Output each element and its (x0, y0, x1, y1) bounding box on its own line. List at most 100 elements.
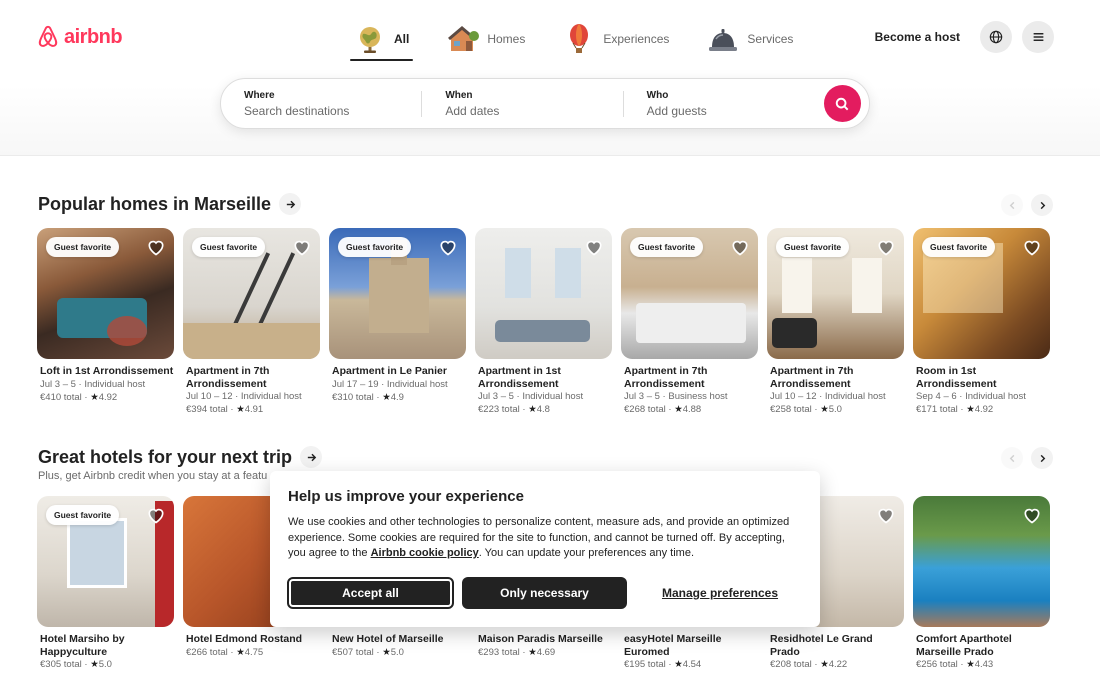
listing-photo: Guest favorite (183, 228, 320, 359)
hotel-photo (913, 496, 1050, 627)
listing-rating: 4.92 (98, 391, 118, 403)
listing-price: €268 total (624, 404, 666, 415)
listing-meta: Jul 10 – 12 · Individual host (770, 391, 886, 402)
hotel-price: €266 total (186, 646, 228, 658)
carousel-next-button[interactable] (1031, 447, 1053, 469)
guest-favorite-badge: Guest favorite (192, 237, 266, 257)
only-necessary-button[interactable]: Only necessary (462, 577, 627, 609)
cookie-policy-link[interactable]: Airbnb cookie policy (371, 547, 479, 559)
airbnb-logo[interactable]: airbnb (36, 24, 123, 50)
globe-icon (360, 27, 380, 53)
listing-card[interactable]: Guest favorite Room in 1st Arrondissemen… (913, 228, 1050, 416)
tab-services[interactable]: Services (703, 18, 797, 60)
tab-homes-label: Homes (487, 32, 526, 46)
listing-title: Apartment in 7th Arrondissement (624, 365, 708, 390)
hotel-title: Maison Paradis Marseille (478, 633, 603, 645)
hotel-price: €293 total (478, 646, 520, 658)
listing-rating: 4.8 (536, 404, 550, 415)
search-who[interactable]: Who Add guests (624, 79, 824, 128)
heart-icon[interactable] (292, 237, 312, 257)
listing-card[interactable]: Apartment in 1st Arrondissement Jul 3 – … (475, 228, 612, 416)
listing-card[interactable]: Guest favorite Apartment in 7th Arrondis… (767, 228, 904, 416)
heart-icon[interactable] (146, 237, 166, 257)
carousel-prev-button[interactable] (1001, 447, 1023, 469)
hotel-price-row: €507 total · ★5.0 (332, 646, 404, 658)
listing-price: €223 total (478, 404, 520, 415)
listing-price-row: €268 total · ★4.88 (624, 404, 702, 415)
arrow-right-icon (307, 453, 316, 461)
heart-icon[interactable] (438, 237, 458, 257)
listing-photo: Guest favorite (767, 228, 904, 359)
tab-homes[interactable]: Homes (443, 18, 529, 60)
hotel-price-row: €256 total · ★4.43 (916, 659, 994, 670)
hotel-price-row: €195 total · ★4.54 (624, 659, 702, 670)
hotel-title: Hotel Edmond Rostand (186, 633, 303, 645)
listing-meta: Jul 17 – 19 · Individual host (332, 378, 448, 390)
guest-favorite-badge: Guest favorite (922, 237, 996, 257)
hotel-title: Residhotel Le Grand Prado (770, 633, 873, 658)
listing-card[interactable]: Guest favorite Apartment in Le Panier Ju… (329, 228, 466, 416)
hotel-price: €195 total (624, 659, 666, 670)
search-button[interactable] (823, 85, 861, 122)
popular-carousel-nav (1001, 194, 1053, 216)
listing-photo: Guest favorite (621, 228, 758, 359)
listing-price-row: €171 total · ★4.92 (916, 404, 994, 415)
star-icon: ★ (528, 646, 537, 658)
listing-title: Apartment in 7th Arrondissement (186, 365, 270, 390)
listing-meta: Jul 10 – 12 · Individual host (186, 391, 302, 402)
listing-card[interactable]: Guest favorite Loft in 1st Arrondissemen… (37, 228, 174, 416)
main-menu-button[interactable] (1022, 21, 1054, 53)
search-icon (836, 97, 849, 110)
hotel-card[interactable]: Comfort Aparthotel Marseille Prado €256 … (913, 496, 1050, 671)
heart-icon[interactable] (1022, 237, 1042, 257)
hot-air-balloon-icon (570, 24, 589, 53)
hotels-carousel-nav (1001, 447, 1053, 469)
heart-icon[interactable] (876, 505, 896, 525)
accept-all-button[interactable]: Accept all (287, 577, 454, 609)
hotel-card[interactable]: Guest favorite Hotel Marsiho by Happycul… (37, 496, 174, 671)
listing-meta: Jul 3 – 5 · Individual host (478, 391, 584, 402)
become-host-link[interactable]: Become a host (865, 22, 970, 52)
listing-title: Apartment in 1st Arrondissement (478, 365, 561, 390)
search-when[interactable]: When Add dates (422, 79, 622, 128)
when-label: When (445, 89, 473, 101)
language-button[interactable] (980, 21, 1012, 53)
guest-favorite-badge: Guest favorite (776, 237, 850, 257)
star-icon: ★ (382, 646, 391, 658)
hotels-header: Great hotels for your next trip (38, 446, 323, 468)
who-input[interactable]: Add guests (647, 104, 824, 118)
star-icon: ★ (966, 404, 975, 415)
heart-icon[interactable] (1022, 505, 1042, 525)
hotel-price-row: €266 total · ★4.75 (186, 646, 264, 658)
tab-experiences[interactable]: Experiences (559, 18, 673, 60)
hotel-price-row: €293 total · ★4.69 (478, 646, 556, 658)
listing-card[interactable]: Guest favorite Apartment in 7th Arrondis… (621, 228, 758, 416)
chevron-right-icon (1040, 201, 1045, 209)
listing-card[interactable]: Guest favorite Apartment in 7th Arrondis… (183, 228, 320, 416)
carousel-next-button[interactable] (1031, 194, 1053, 216)
popular-homes-link[interactable] (279, 193, 302, 215)
hotels-link[interactable] (300, 446, 323, 468)
tab-all[interactable]: All (350, 18, 414, 61)
carousel-prev-button[interactable] (1001, 194, 1023, 216)
heart-icon[interactable] (730, 237, 750, 257)
hotel-price: €507 total (332, 646, 374, 658)
hotel-price: €305 total (40, 659, 82, 670)
guest-favorite-badge: Guest favorite (46, 237, 120, 257)
listing-rating: 4.88 (682, 404, 702, 415)
hotel-title: Hotel Marsiho by Happyculture (40, 633, 125, 658)
manage-preferences-button[interactable]: Manage preferences (635, 577, 805, 609)
heart-icon[interactable] (146, 505, 166, 525)
guest-favorite-badge: Guest favorite (46, 505, 120, 525)
heart-icon[interactable] (876, 237, 896, 257)
section-title[interactable]: Great hotels for your next trip (38, 447, 292, 468)
arrow-right-icon (286, 200, 295, 208)
listing-title: Loft in 1st Arrondissement (40, 365, 174, 377)
where-input[interactable]: Search destinations (244, 104, 421, 118)
section-title[interactable]: Popular homes in Marseille (38, 194, 271, 215)
heart-icon[interactable] (584, 237, 604, 257)
hotel-title: Comfort Aparthotel Marseille Prado (916, 633, 1012, 658)
search-where[interactable]: Where Search destinations (221, 79, 421, 128)
star-icon: ★ (90, 659, 99, 670)
when-input[interactable]: Add dates (445, 104, 622, 118)
